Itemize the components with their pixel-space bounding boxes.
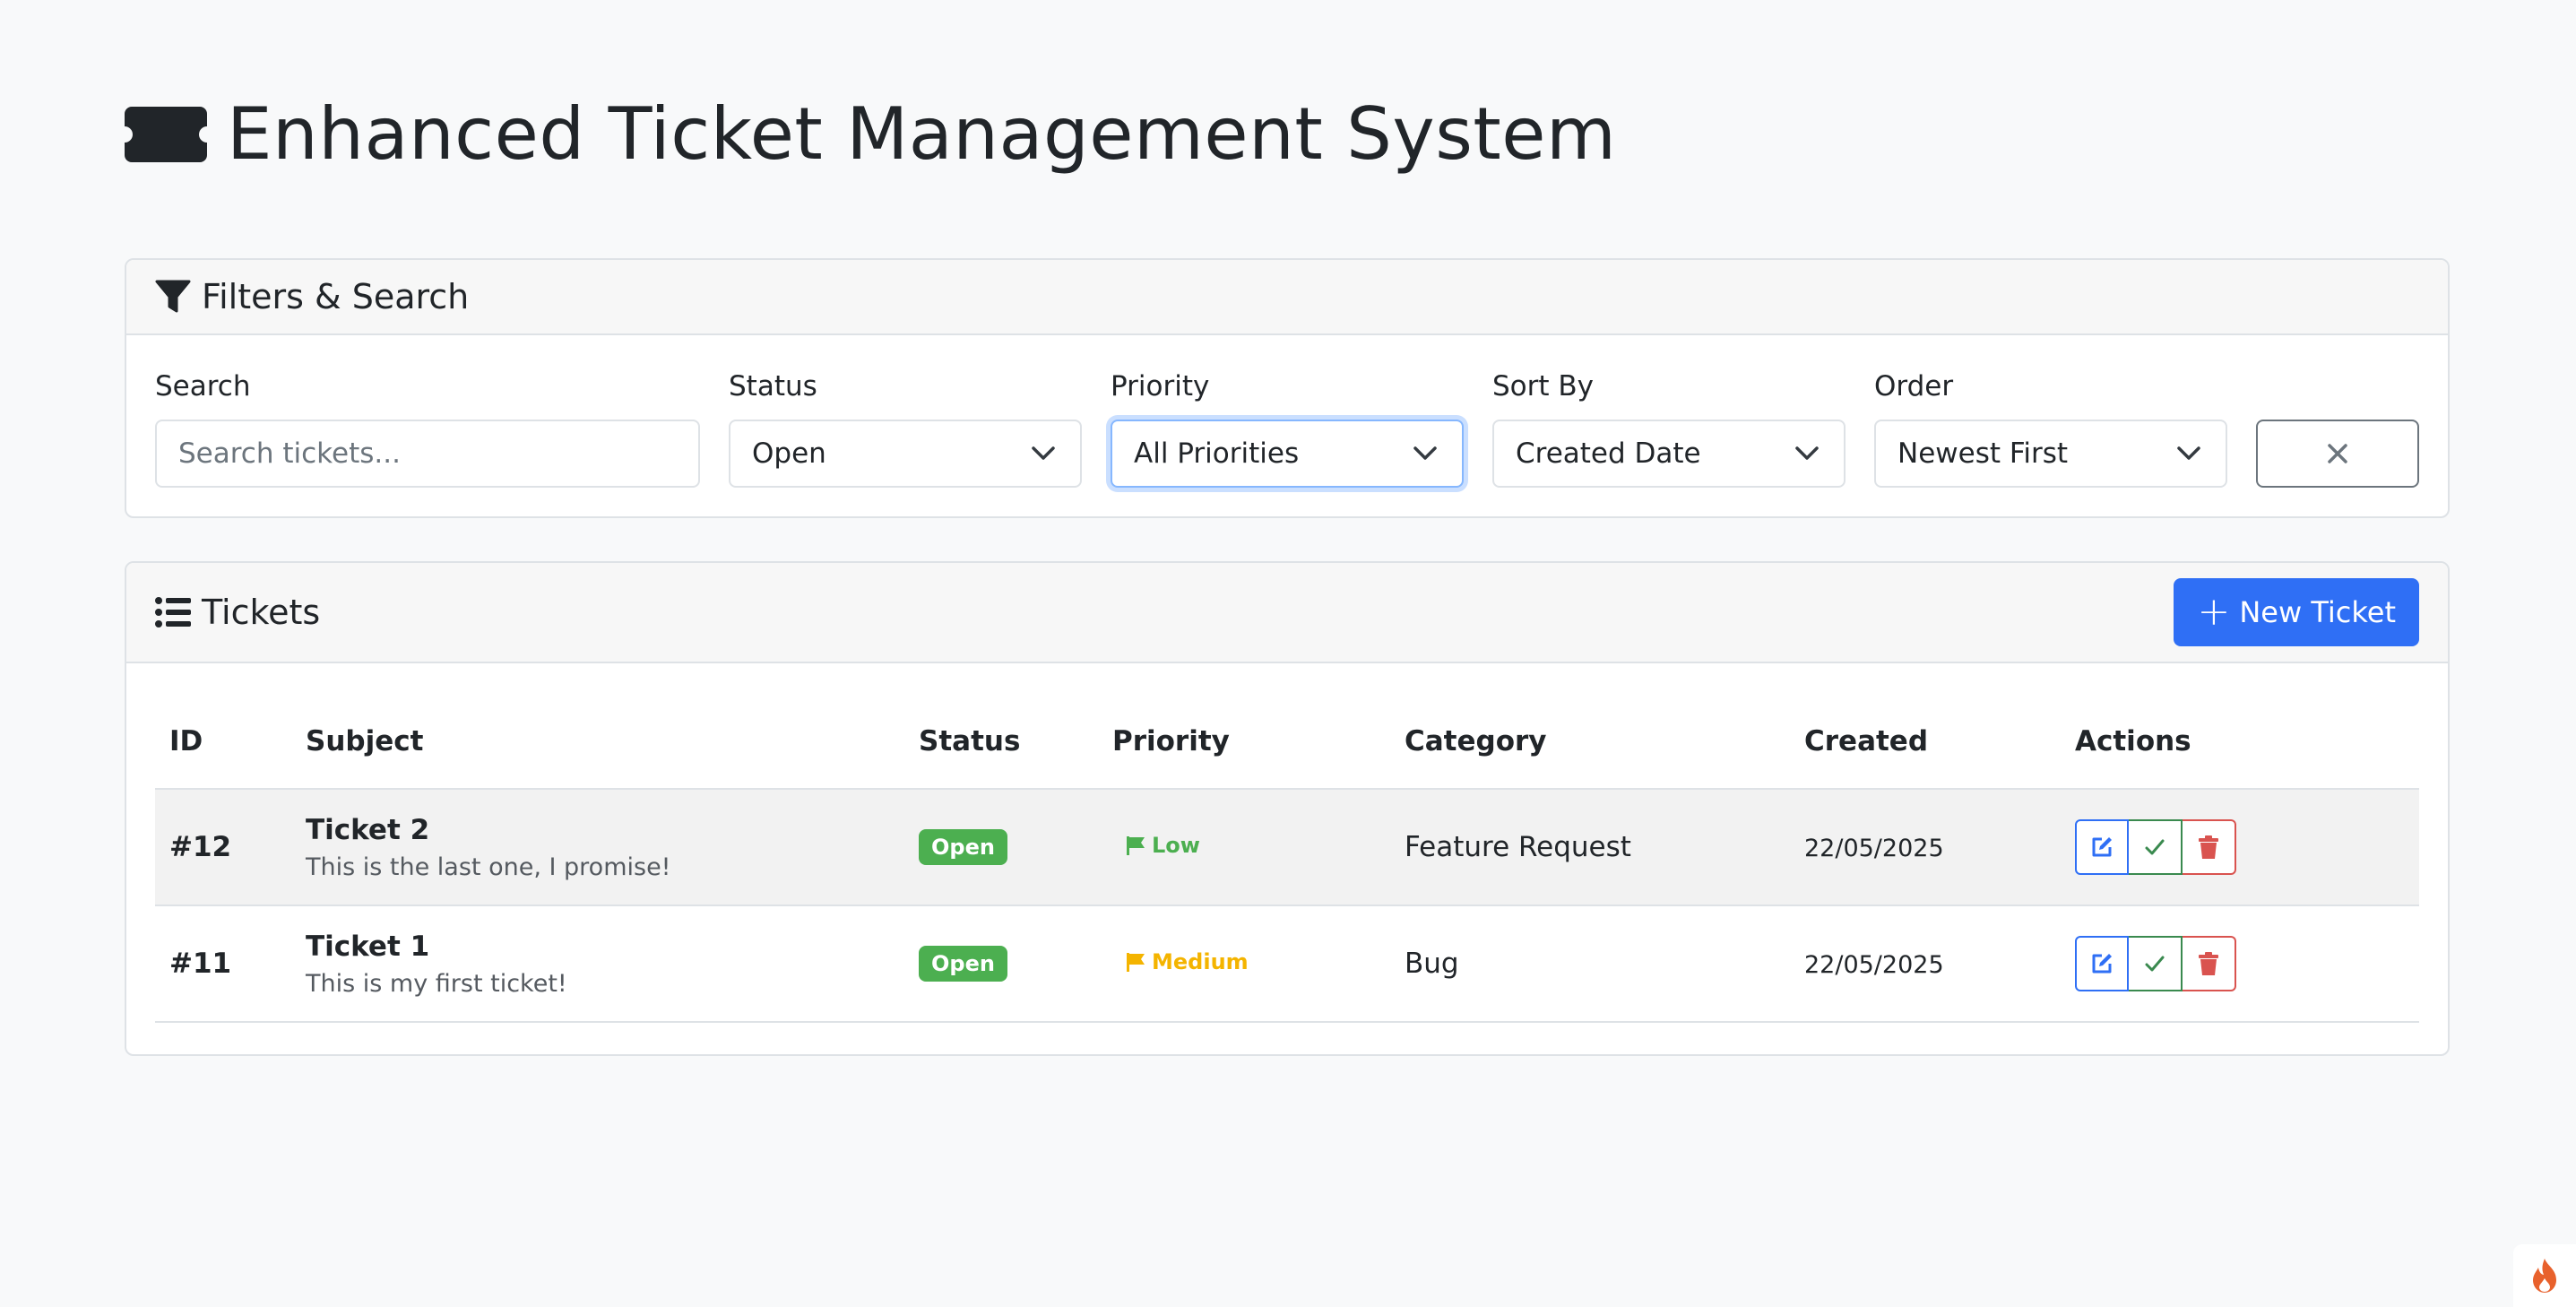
ticket-subject[interactable]: Ticket 2: [306, 814, 890, 846]
new-ticket-button[interactable]: + New Ticket: [2174, 578, 2419, 646]
ticket-icon: [125, 107, 207, 162]
column-header[interactable]: ID: [155, 694, 291, 790]
list-icon: [155, 597, 191, 628]
status-select[interactable]: Open: [729, 420, 1082, 488]
check-icon: [2145, 956, 2165, 972]
tickets-title: Tickets: [202, 593, 321, 632]
order-select[interactable]: Newest First: [1874, 420, 2227, 488]
order-label: Order: [1874, 370, 1954, 402]
table-row[interactable]: #12 Ticket 2 This is the last one, I pro…: [155, 789, 2419, 906]
delete-button[interactable]: [2183, 936, 2236, 991]
ticket-category: Bug: [1405, 948, 1459, 980]
order-group: Order Newest First: [1874, 368, 2227, 488]
ticket-created: 22/05/2025: [1804, 835, 1944, 862]
plus-icon: +: [2197, 589, 2231, 635]
tickets-title-wrap: Tickets: [155, 593, 320, 632]
ticket-id: #11: [169, 948, 232, 980]
row-actions: [2075, 819, 2236, 875]
status-badge: Open: [919, 829, 1007, 865]
flame-logo-icon[interactable]: [2513, 1244, 2576, 1307]
status-group: Status Open: [729, 368, 1082, 488]
close-icon: [2328, 444, 2347, 463]
sort-by-select-value: Created Date: [1516, 437, 1701, 470]
ticket-id: #12: [169, 831, 232, 863]
chevron-down-icon: [1795, 446, 1819, 460]
priority-label: Medium: [1152, 949, 1249, 974]
resolve-button[interactable]: [2129, 936, 2183, 991]
column-header[interactable]: Status: [904, 694, 1098, 790]
chevron-down-icon: [1413, 446, 1437, 460]
page-header: Enhanced Ticket Management System: [125, 88, 1616, 181]
resolve-button[interactable]: [2129, 819, 2183, 875]
priority-label: Priority: [1111, 370, 1210, 402]
filter-icon: [155, 280, 191, 314]
column-header[interactable]: Priority: [1098, 694, 1390, 790]
column-header[interactable]: Category: [1390, 694, 1790, 790]
filters-header: Filters & Search: [126, 260, 2448, 335]
table-row[interactable]: #11 Ticket 1 This is my first ticket! Op…: [155, 905, 2419, 1023]
tickets-header: Tickets + New Ticket: [126, 563, 2448, 663]
column-header[interactable]: Subject: [291, 694, 904, 790]
column-header: Actions: [2061, 694, 2419, 790]
ticket-subject[interactable]: Ticket 1: [306, 930, 890, 963]
tickets-card: Tickets + New Ticket ID Subject Status P…: [125, 561, 2450, 1056]
status-select-value: Open: [752, 437, 826, 470]
page-title: Enhanced Ticket Management System: [227, 92, 1617, 176]
clear-filters-button[interactable]: [2256, 420, 2419, 488]
ticket-description: This is the last one, I promise!: [306, 853, 671, 881]
search-label: Search: [155, 370, 251, 402]
edit-button[interactable]: [2075, 936, 2129, 991]
filters-title: Filters & Search: [202, 277, 470, 316]
new-ticket-label: New Ticket: [2239, 595, 2396, 629]
table-header-row: ID Subject Status Priority Category Crea…: [155, 694, 2419, 790]
row-actions: [2075, 936, 2236, 991]
order-select-value: Newest First: [1897, 437, 2069, 470]
chevron-down-icon: [2177, 446, 2200, 460]
delete-button[interactable]: [2183, 819, 2236, 875]
ticket-description: This is my first ticket!: [306, 969, 567, 998]
flame-icon: [2533, 1259, 2556, 1293]
edit-button[interactable]: [2075, 819, 2129, 875]
trash-icon: [2199, 835, 2218, 859]
tickets-table: ID Subject Status Priority Category Crea…: [155, 694, 2419, 1023]
priority-indicator: Low: [1112, 833, 1200, 858]
edit-icon: [2092, 837, 2112, 857]
priority-label: Low: [1152, 833, 1200, 858]
filters-body: Search Search tickets... Status Open Pri…: [126, 335, 2448, 516]
check-icon: [2145, 839, 2165, 855]
search-input[interactable]: Search tickets...: [155, 420, 700, 488]
chevron-down-icon: [1032, 446, 1055, 460]
search-group: Search Search tickets...: [155, 368, 700, 488]
priority-select-value: All Priorities: [1134, 437, 1300, 470]
status-badge: Open: [919, 946, 1007, 982]
flag-icon: [1127, 953, 1145, 972]
ticket-category: Feature Request: [1405, 831, 1631, 863]
trash-icon: [2199, 952, 2218, 975]
status-label: Status: [729, 370, 817, 402]
priority-indicator: Medium: [1112, 949, 1249, 974]
search-placeholder: Search tickets...: [178, 437, 401, 470]
flag-icon: [1127, 836, 1145, 855]
priority-group: Priority All Priorities: [1111, 368, 1464, 488]
edit-icon: [2092, 954, 2112, 974]
filters-card: Filters & Search Search Search tickets..…: [125, 258, 2450, 518]
sort-by-group: Sort By Created Date: [1492, 368, 1846, 488]
sort-by-label: Sort By: [1492, 370, 1595, 402]
priority-select[interactable]: All Priorities: [1111, 420, 1464, 488]
ticket-created: 22/05/2025: [1804, 951, 1944, 979]
column-header[interactable]: Created: [1790, 694, 2061, 790]
sort-by-select[interactable]: Created Date: [1492, 420, 1846, 488]
